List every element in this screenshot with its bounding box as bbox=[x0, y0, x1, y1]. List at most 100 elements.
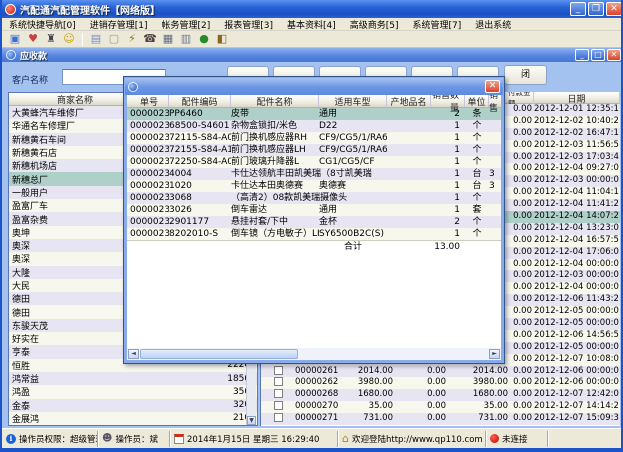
vendor-name: 亨泰 bbox=[9, 345, 139, 358]
part-qty: 1 bbox=[431, 120, 465, 132]
menu-item-6[interactable]: 系统管理[7] bbox=[406, 18, 469, 31]
payment-row[interactable]: 000002623980.000.003980.000.002012-12-06… bbox=[261, 377, 620, 389]
paid-partial: 0.00 bbox=[396, 389, 446, 401]
connection-text: 未连接 bbox=[502, 433, 528, 445]
window-title: 汽配通汽配管理软件【网络版】 bbox=[20, 2, 160, 17]
parts-row[interactable]: 0000023068500-S4601杂物盒锁扣/米色D221个 bbox=[127, 120, 501, 132]
dialog-col-header-2[interactable]: 配件名称 bbox=[231, 95, 319, 107]
parts-row[interactable]: 000002301020卡仕达本田奥德赛奥德赛1台3 bbox=[127, 180, 501, 192]
vendor-name: 东骏天茂 bbox=[9, 319, 139, 332]
printer-icon[interactable]: ▦ bbox=[160, 32, 176, 46]
menu-item-7[interactable]: 退出系统 bbox=[468, 18, 518, 31]
scroll-right-button[interactable]: ► bbox=[489, 349, 500, 359]
minimize-button[interactable]: _ bbox=[570, 2, 586, 16]
cabinet-icon[interactable]: ▥ bbox=[178, 32, 194, 46]
report-icon[interactable]: ▢ bbox=[106, 32, 122, 46]
settle-checkbox[interactable] bbox=[274, 401, 283, 410]
menu-item-5[interactable]: 高级商务[5] bbox=[343, 18, 406, 31]
paid-partial: 0.00 bbox=[396, 366, 446, 378]
parts-row[interactable]: 00000230PP6460皮带通用2条 bbox=[127, 108, 501, 120]
payment-row[interactable]: 00000271731.000.00731.000.002012-12-07 1… bbox=[261, 413, 620, 425]
vendor-name: 新穗黄石店 bbox=[9, 146, 139, 159]
scroll-left-button[interactable]: ◄ bbox=[128, 349, 139, 359]
scrollbar-thumb[interactable] bbox=[140, 349, 298, 359]
parts-row[interactable]: 0000023072250-S84-A02前门玻璃升降器LCG1/CG5/CF1… bbox=[127, 156, 501, 168]
menu-item-1[interactable]: 进销存管理[1] bbox=[83, 18, 155, 31]
part-car-model: 金杯 bbox=[319, 216, 387, 228]
dialog-col-header-5[interactable]: 销售数量 bbox=[431, 95, 465, 107]
vendor-row[interactable]: 鸿盈350. bbox=[9, 385, 257, 398]
part-car-model bbox=[319, 192, 387, 204]
payment-date: 2012-12-04 11:04:1 bbox=[534, 187, 619, 199]
dialog-col-header-6[interactable]: 单位 bbox=[465, 95, 489, 107]
close-panel-button[interactable]: 闭 bbox=[504, 65, 547, 85]
child-close-button[interactable]: ✕ bbox=[607, 49, 621, 61]
part-qty: 2 bbox=[431, 108, 465, 120]
parts-icon[interactable]: ♥ bbox=[25, 32, 41, 46]
vendor-name: 大隆 bbox=[9, 266, 139, 279]
vendor-row[interactable]: 金泰320. bbox=[9, 399, 257, 412]
dialog-col-header-7[interactable]: 销售 bbox=[489, 95, 501, 107]
smiley-icon[interactable]: ☺ bbox=[61, 32, 77, 46]
settle-checkbox[interactable] bbox=[274, 413, 283, 422]
date-header[interactable]: 日期 bbox=[534, 92, 620, 104]
parts-row[interactable]: 000002304004卡仕达领航丰田凯美瑞（8寸凯美瑞1台3 bbox=[127, 168, 501, 180]
dialog-close-button[interactable]: ✕ bbox=[485, 80, 500, 93]
payment-row[interactable]: 000002681680.000.001680.000.002012-12-07… bbox=[261, 389, 620, 401]
window-bottom-border bbox=[2, 448, 623, 452]
part-price-clip: 3 bbox=[489, 168, 501, 180]
part-price-clip bbox=[489, 120, 501, 132]
vendor-row[interactable]: 金展鸿210. bbox=[9, 412, 257, 425]
parts-row[interactable]: 000002303026倒车雷达通用1套 bbox=[127, 204, 501, 216]
parts-row[interactable]: 000002308202010-S倒车镜（方电敏子）LHSY6500B2C(S)… bbox=[127, 228, 501, 240]
menu-item-0[interactable]: 系统快捷导航[0] bbox=[2, 18, 83, 31]
part-car-model: D22 bbox=[319, 120, 387, 132]
parts-row[interactable]: 000002302901177悬挂衬套/下中金杯2个 bbox=[127, 216, 501, 228]
globe-icon[interactable]: ● bbox=[196, 32, 212, 46]
settle-checkbox[interactable] bbox=[274, 366, 283, 375]
dialog-col-header-4[interactable]: 产地品名 bbox=[387, 95, 431, 107]
menu-bar: 系统快捷导航[0]进销存管理[1]帐务管理[2]报表管理[3]基本资料[4]高级… bbox=[2, 18, 623, 31]
toolbar: ▣♥♜☺ ▤▢⚡☎▦▥●◧ bbox=[2, 31, 623, 48]
vendor-name: 金泰 bbox=[9, 399, 139, 412]
parts-row[interactable]: 0000023072115-S84-A01前门换机感应器RHCF9/CG5/1/… bbox=[127, 132, 501, 144]
menu-item-3[interactable]: 报表管理[3] bbox=[217, 18, 280, 31]
paid-amount-header[interactable]: 付款金额 bbox=[508, 92, 534, 104]
scroll-down-button[interactable]: ▼ bbox=[247, 416, 256, 425]
dialog-title-bar: ✕ bbox=[125, 78, 503, 95]
restore-button[interactable]: ❐ bbox=[588, 2, 604, 16]
dialog-col-header-3[interactable]: 适用车型 bbox=[319, 95, 387, 107]
payment-row[interactable]: 000002612014.000.002014.000.002012-12-06… bbox=[261, 366, 620, 378]
dialog-col-header-0[interactable]: 单号 bbox=[127, 95, 169, 107]
part-car-model: CF9/CG5/1/RA6 bbox=[319, 132, 387, 144]
close-button[interactable]: ✕ bbox=[606, 2, 622, 16]
payment-date: 2012-12-06 11:43:2 bbox=[534, 294, 619, 306]
parts-row[interactable]: 000002303068（高清2）08款凯美瑞摄像头1个 bbox=[127, 192, 501, 204]
phone-icon[interactable]: ☎ bbox=[142, 32, 158, 46]
part-unit: 台 bbox=[465, 168, 489, 180]
child-maximize-button[interactable]: □ bbox=[591, 49, 605, 61]
payment-row[interactable]: 0000027035.000.0035.000.002012-12-07 14:… bbox=[261, 401, 620, 413]
menu-item-2[interactable]: 帐务管理[2] bbox=[155, 18, 218, 31]
dialog-col-header-1[interactable]: 配件编码 bbox=[169, 95, 231, 107]
status-bar: i 操作员权限：超级管理 ☻ 操作员：斌 2014年1月15日 星期三 16:2… bbox=[2, 428, 623, 448]
menu-item-4[interactable]: 基本资料[4] bbox=[280, 18, 343, 31]
bank-icon[interactable]: ♜ bbox=[43, 32, 59, 46]
part-price-clip: 3 bbox=[489, 180, 501, 192]
settle-checkbox[interactable] bbox=[274, 389, 283, 398]
vendor-row[interactable]: 鸿常益1850. bbox=[9, 372, 257, 385]
child-minimize-button[interactable]: _ bbox=[575, 49, 589, 61]
part-doc-no: 00000230 bbox=[127, 108, 169, 120]
part-unit: 个 bbox=[465, 144, 489, 156]
part-qty: 1 bbox=[431, 144, 465, 156]
payment-date: 2012-12-07 12:42:0 bbox=[534, 389, 619, 401]
computer-icon[interactable]: ▣ bbox=[7, 32, 23, 46]
dialog-horizontal-scrollbar[interactable]: ◄ ► bbox=[127, 348, 501, 360]
flash-icon[interactable]: ⚡ bbox=[124, 32, 140, 46]
part-doc-no: 00000230 bbox=[127, 132, 169, 144]
parts-row[interactable]: 0000023072155-S84-A11前门换机感应器LHCF9/CG5/1/… bbox=[127, 144, 501, 156]
settle-checkbox[interactable] bbox=[274, 377, 283, 386]
part-code: 3068 bbox=[169, 192, 231, 204]
exit-icon[interactable]: ◧ bbox=[214, 32, 230, 46]
ledger-icon[interactable]: ▤ bbox=[88, 32, 104, 46]
